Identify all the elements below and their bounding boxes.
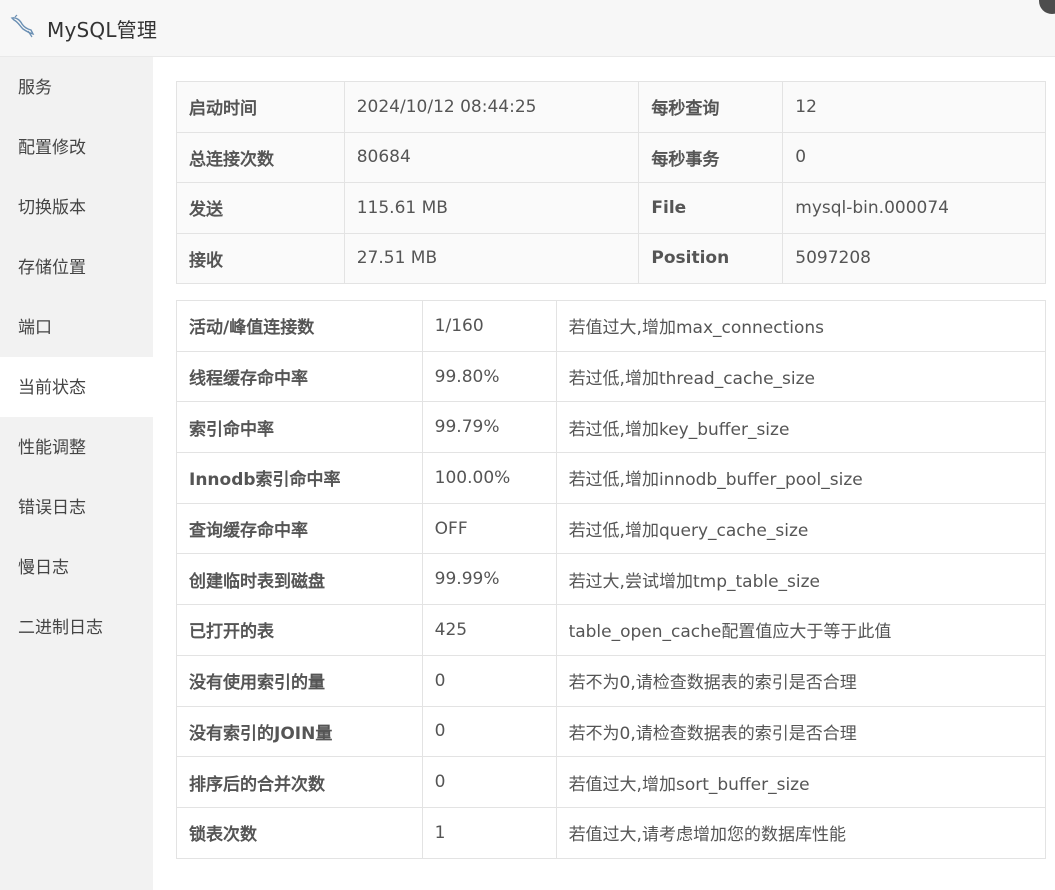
main-content: 启动时间 2024/10/12 08:44:25 每秒查询 12 总连接次数 8… [153, 57, 1055, 890]
metric-name: Innodb索引命中率 [176, 452, 423, 504]
summary-value: 2024/10/12 08:44:25 [343, 81, 640, 133]
metric-advice: 若不为0,请检查数据表的索引是否合理 [555, 654, 1047, 707]
metric-value: 99.80% [421, 350, 557, 403]
sidebar-item-port[interactable]: 端口 [0, 297, 153, 357]
sidebar-item-status[interactable]: 当前状态 [0, 357, 153, 417]
metric-advice: 若过低,增加query_cache_size [555, 502, 1047, 555]
summary-value: 5097208 [782, 232, 1046, 284]
summary-value: 115.61 MB [343, 182, 640, 234]
table-row: 没有使用索引的量 0 若不为0,请检查数据表的索引是否合理 [176, 654, 1047, 707]
metric-advice: 若值过大,增加sort_buffer_size [555, 756, 1047, 808]
summary-key: 发送 [176, 182, 345, 234]
metric-name: 没有索引的JOIN量 [176, 705, 423, 758]
mysql-dolphin-icon [10, 14, 35, 38]
metric-advice: 若过低,增加innodb_buffer_pool_size [555, 452, 1047, 504]
title-bar: MySQL管理 [0, 0, 1055, 57]
table-row: 已打开的表 425 table_open_cache配置值应大于等于此值 [176, 604, 1047, 656]
metric-name: 已打开的表 [176, 604, 423, 656]
metric-value: 0 [421, 705, 557, 758]
metric-name: 没有使用索引的量 [176, 654, 423, 707]
metric-value: 100.00% [421, 452, 557, 504]
sidebar: 服务 配置修改 切换版本 存储位置 端口 当前状态 性能调整 错误日志 慢日志 … [0, 57, 153, 890]
sidebar-item-config[interactable]: 配置修改 [0, 117, 153, 177]
table-row: Innodb索引命中率 100.00% 若过低,增加innodb_buffer_… [176, 452, 1047, 504]
summary-key: 接收 [176, 232, 345, 284]
metric-value: 0 [421, 756, 557, 808]
table-row: 启动时间 2024/10/12 08:44:25 每秒查询 12 [176, 81, 1046, 133]
sidebar-item-performance[interactable]: 性能调整 [0, 417, 153, 477]
app-title: MySQL管理 [47, 18, 158, 42]
metric-value: 99.99% [421, 553, 557, 606]
table-row: 查询缓存命中率 OFF 若过低,增加query_cache_size [176, 502, 1047, 555]
metric-advice: 若过大,尝试增加tmp_table_size [555, 553, 1047, 606]
summary-key: File [638, 182, 784, 234]
table-row: 活动/峰值连接数 1/160 若值过大,增加max_connections [176, 300, 1047, 352]
summary-key: Position [638, 232, 784, 284]
metric-name: 锁表次数 [176, 806, 423, 859]
summary-value: 27.51 MB [343, 232, 640, 284]
table-row: 锁表次数 1 若值过大,请考虑增加您的数据库性能 [176, 806, 1047, 859]
metric-name: 线程缓存命中率 [176, 350, 423, 403]
summary-value: 12 [782, 81, 1046, 133]
metric-advice: 若不为0,请检查数据表的索引是否合理 [555, 705, 1047, 758]
sidebar-item-version[interactable]: 切换版本 [0, 177, 153, 237]
table-row: 索引命中率 99.79% 若过低,增加key_buffer_size [176, 401, 1047, 454]
metric-advice: 若值过大,请考虑增加您的数据库性能 [555, 806, 1047, 859]
metric-value: 425 [421, 604, 557, 656]
metric-value: OFF [421, 502, 557, 555]
metric-advice: table_open_cache配置值应大于等于此值 [555, 604, 1047, 656]
metrics-table: 活动/峰值连接数 1/160 若值过大,增加max_connections 线程… [176, 300, 1047, 859]
metric-name: 排序后的合并次数 [176, 756, 423, 808]
summary-key: 启动时间 [176, 81, 345, 133]
table-row: 发送 115.61 MB File mysql-bin.000074 [176, 182, 1046, 234]
metric-advice: 若过低,增加key_buffer_size [555, 401, 1047, 454]
close-button[interactable] [1039, 0, 1055, 14]
table-row: 创建临时表到磁盘 99.99% 若过大,尝试增加tmp_table_size [176, 553, 1047, 606]
sidebar-item-error-log[interactable]: 错误日志 [0, 477, 153, 537]
summary-key: 每秒事务 [638, 131, 784, 183]
metric-value: 99.79% [421, 401, 557, 454]
summary-value: 0 [782, 131, 1046, 183]
sidebar-item-binlog[interactable]: 二进制日志 [0, 597, 153, 657]
metric-value: 1 [421, 806, 557, 859]
summary-value: 80684 [343, 131, 640, 183]
sidebar-item-slow-log[interactable]: 慢日志 [0, 537, 153, 597]
metric-value: 1/160 [421, 300, 557, 352]
metric-name: 索引命中率 [176, 401, 423, 454]
summary-key: 每秒查询 [638, 81, 784, 133]
sidebar-item-storage[interactable]: 存储位置 [0, 237, 153, 297]
metric-name: 活动/峰值连接数 [176, 300, 423, 352]
table-row: 线程缓存命中率 99.80% 若过低,增加thread_cache_size [176, 350, 1047, 403]
metric-advice: 若值过大,增加max_connections [555, 300, 1047, 352]
summary-key: 总连接次数 [176, 131, 345, 183]
summary-value: mysql-bin.000074 [782, 182, 1046, 234]
metric-name: 查询缓存命中率 [176, 502, 423, 555]
table-row: 总连接次数 80684 每秒事务 0 [176, 131, 1046, 183]
summary-table: 启动时间 2024/10/12 08:44:25 每秒查询 12 总连接次数 8… [176, 81, 1046, 284]
metric-value: 0 [421, 654, 557, 707]
table-row: 排序后的合并次数 0 若值过大,增加sort_buffer_size [176, 756, 1047, 808]
table-row: 接收 27.51 MB Position 5097208 [176, 232, 1046, 284]
table-row: 没有索引的JOIN量 0 若不为0,请检查数据表的索引是否合理 [176, 705, 1047, 758]
sidebar-item-service[interactable]: 服务 [0, 57, 153, 117]
metric-name: 创建临时表到磁盘 [176, 553, 423, 606]
metric-advice: 若过低,增加thread_cache_size [555, 350, 1047, 403]
